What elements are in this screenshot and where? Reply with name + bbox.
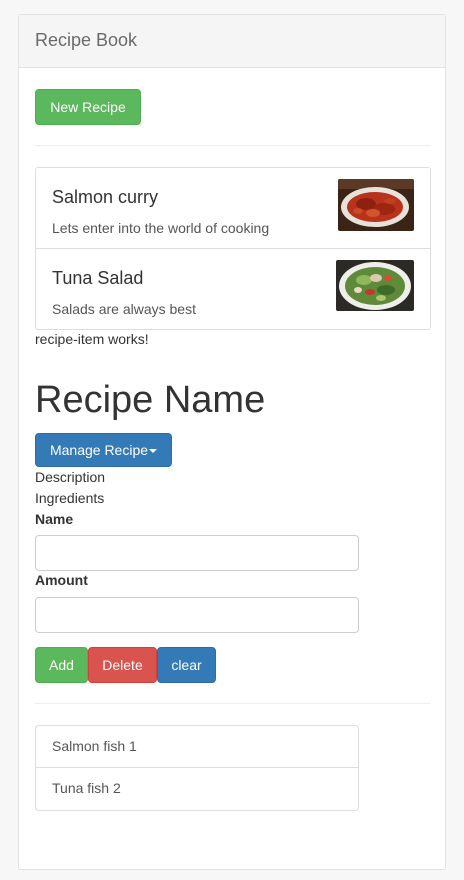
salmon-curry-image	[338, 179, 414, 231]
recipe-book-panel: Recipe Book New Recipe Salmon curry Lets…	[18, 14, 446, 870]
description-label: Description	[35, 469, 106, 485]
amount-label: Amount	[35, 572, 88, 588]
clear-button[interactable]: clear	[157, 647, 216, 683]
name-input[interactable]	[35, 535, 359, 571]
list-item[interactable]: Tuna fish 2	[36, 768, 358, 810]
shopping-list: Salmon fish 1 Tuna fish 2	[35, 725, 359, 811]
recipe-list: Salmon curry Lets enter into the world o…	[35, 167, 431, 330]
recipe-detail-title: Recipe Name	[35, 379, 266, 421]
caret-down-icon	[149, 449, 158, 454]
add-button[interactable]: Add	[35, 647, 88, 683]
tuna-salad-image	[336, 260, 414, 311]
new-recipe-button[interactable]: New Recipe	[35, 89, 141, 125]
divider	[35, 145, 431, 146]
recipe-item-tuna-salad[interactable]: Tuna Salad Salads are always best	[36, 249, 430, 330]
manage-recipe-label: Manage Recipe	[49, 442, 149, 458]
app-title: Recipe Book	[35, 30, 138, 50]
recipe-item-works-text: recipe-item works!	[35, 331, 149, 347]
name-label: Name	[35, 511, 74, 527]
ingredients-label: Ingredients	[35, 490, 105, 506]
divider	[35, 703, 431, 704]
recipe-description: Lets enter into the world of cooking	[52, 220, 270, 236]
panel-heading: Recipe Book	[19, 15, 445, 68]
amount-input[interactable]	[35, 597, 359, 633]
list-item[interactable]: Salmon fish 1	[36, 726, 358, 768]
recipe-item-salmon-curry[interactable]: Salmon curry Lets enter into the world o…	[36, 168, 430, 249]
manage-recipe-dropdown[interactable]: Manage Recipe	[35, 433, 172, 467]
recipe-name: Salmon curry	[52, 187, 159, 207]
recipe-name: Tuna Salad	[52, 268, 144, 288]
recipe-description: Salads are always best	[52, 301, 196, 317]
delete-button[interactable]: Delete	[88, 647, 157, 683]
